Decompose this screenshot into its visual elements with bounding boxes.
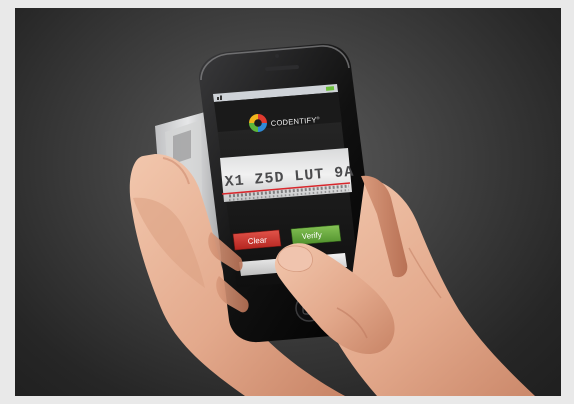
clear-button-label: Clear [247, 235, 267, 246]
top-margin [0, 0, 574, 8]
codentify-logo-icon [249, 114, 267, 132]
battery-icon [325, 86, 335, 91]
brand-registered-mark: ® [316, 115, 320, 120]
bottom-margin [0, 396, 574, 404]
verify-button-label: Verify [301, 230, 322, 241]
product-photo: CODENTIFY® X1 Z5D LUT 9A Clear Verify [15, 8, 561, 396]
photo-scene: CODENTIFY® X1 Z5D LUT 9A Clear Verify [129, 43, 561, 396]
